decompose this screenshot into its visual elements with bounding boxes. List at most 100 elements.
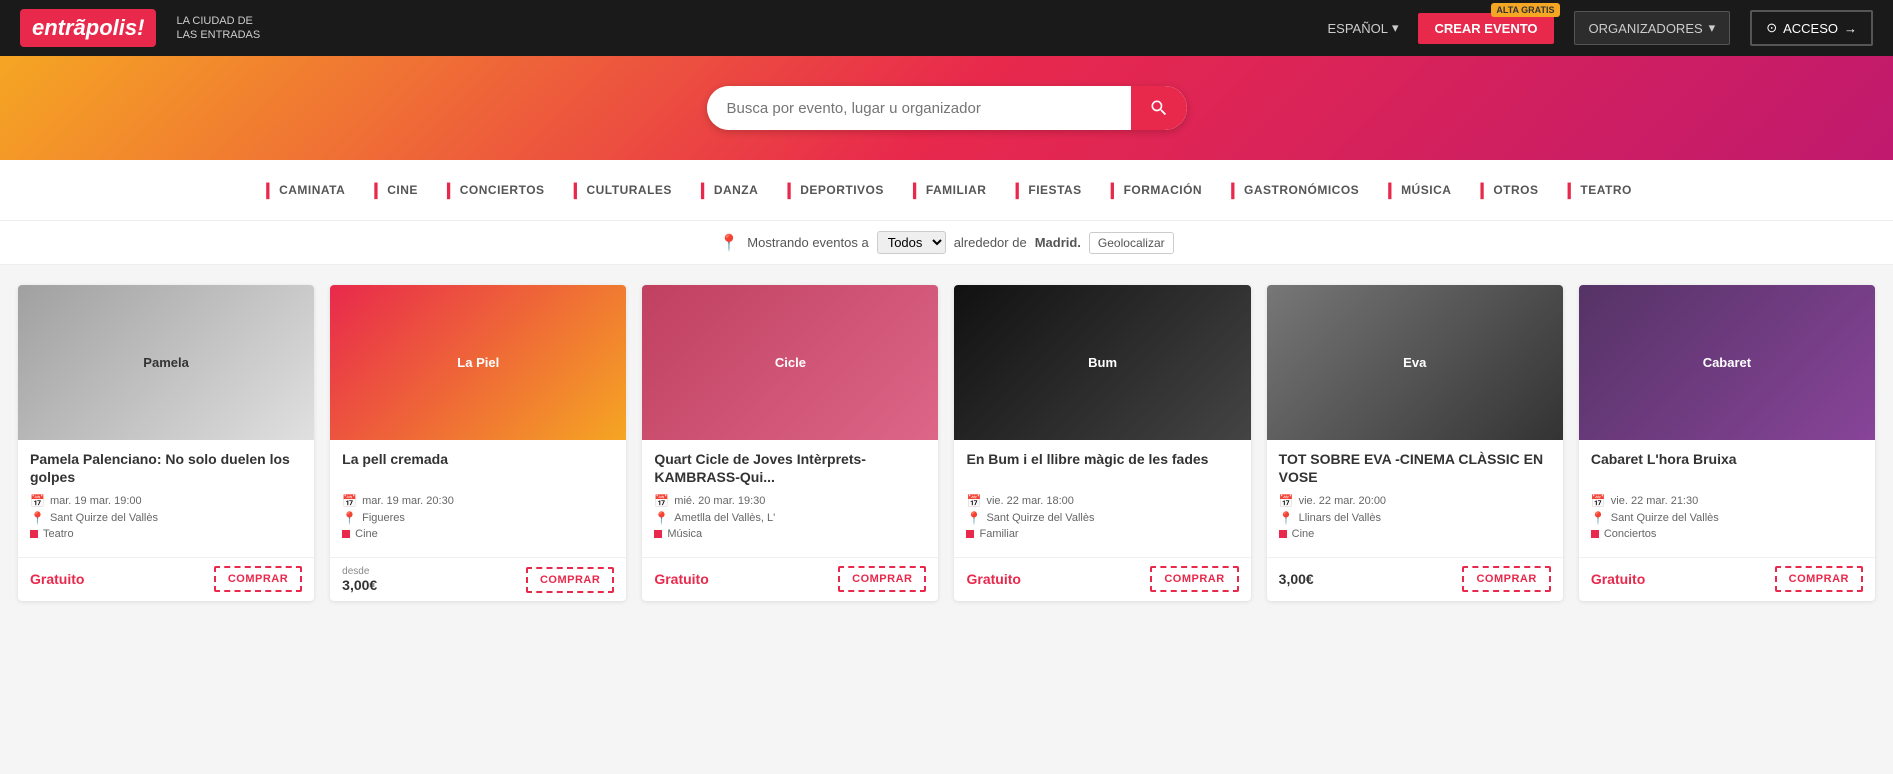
category-item-cine[interactable]: ❙ CINE [359, 174, 428, 206]
event-footer: Gratuito COMPRAR [642, 557, 938, 600]
category-item-culturales[interactable]: ❙CULTURALES [559, 174, 682, 206]
category-item-danza[interactable]: ❙ DANZA [686, 174, 768, 206]
cat-label: FIESTAS [1028, 183, 1081, 197]
event-footer: Gratuito COMPRAR [18, 557, 314, 600]
cat-label: GASTRONÓMICOS [1244, 183, 1359, 197]
event-location: 📍 Llinars del Vallès [1279, 511, 1551, 525]
category-dot [342, 530, 350, 538]
event-footer: Gratuito COMPRAR [954, 557, 1250, 600]
language-button[interactable]: ESPAÑOL ▾ [1327, 20, 1398, 36]
event-body: Cabaret L'hora Bruixa 📅 vie. 22 mar. 21:… [1579, 440, 1875, 553]
event-thumbnail: Bum [954, 285, 1250, 440]
event-location: 📍 Figueres [342, 511, 614, 525]
event-date: 📅 vie. 22 mar. 21:30 [1591, 494, 1863, 508]
event-location: 📍 Ametlla del Vallès, L' [654, 511, 926, 525]
pin-icon: 📍 [966, 511, 981, 525]
event-title: TOT SOBRE EVA -CINEMA CLÀSSIC EN VOSE [1279, 450, 1551, 486]
event-body: Pamela Palenciano: No solo duelen los go… [18, 440, 314, 553]
category-item-música[interactable]: ❙MÚSICA [1373, 174, 1461, 206]
event-thumbnail: La Piel [330, 285, 626, 440]
cat-separator: ❙ [782, 180, 796, 200]
event-title: Pamela Palenciano: No solo duelen los go… [30, 450, 302, 486]
comprar-button[interactable]: COMPRAR [1775, 566, 1863, 592]
event-thumbnail: Cicle [642, 285, 938, 440]
cat-separator: ❙ [1226, 180, 1240, 200]
cat-separator: ❙ [1106, 180, 1120, 200]
city-label: Madrid. [1035, 235, 1081, 250]
event-category: Cine [1279, 528, 1551, 540]
event-title: En Bum i el llibre màgic de les fades [966, 450, 1238, 486]
comprar-button[interactable]: COMPRAR [214, 566, 302, 592]
category-item-teatro[interactable]: ❙ TEATRO [1552, 174, 1641, 206]
category-item-gastronómicos[interactable]: ❙ GASTRONÓMICOS [1216, 174, 1369, 206]
event-category: Teatro [30, 528, 302, 540]
todos-select[interactable]: Todos [877, 231, 946, 254]
cat-separator: ❙ [1010, 180, 1024, 200]
cat-separator: ❙ [1383, 180, 1397, 200]
category-item-familiar[interactable]: ❙FAMILIAR [898, 174, 997, 206]
event-date: 📅 vie. 22 mar. 18:00 [966, 494, 1238, 508]
comprar-button[interactable]: COMPRAR [526, 567, 614, 593]
pin-icon: 📍 [30, 511, 45, 525]
category-item-otros[interactable]: ❙OTROS [1465, 174, 1548, 206]
event-thumbnail: Cabaret [1579, 285, 1875, 440]
search-bar [707, 86, 1187, 130]
geolocalize-button[interactable]: Geolocalizar [1089, 232, 1174, 254]
location-icon: 📍 [719, 233, 739, 253]
event-thumbnail: Eva [1267, 285, 1563, 440]
comprar-button[interactable]: COMPRAR [838, 566, 926, 592]
cat-separator: ❙ [369, 180, 383, 200]
event-date: 📅 mié. 20 mar. 19:30 [654, 494, 926, 508]
category-dot [654, 530, 662, 538]
site-logo[interactable]: entrãpolis! [20, 9, 156, 47]
event-price: Gratuito [30, 571, 84, 587]
event-body: TOT SOBRE EVA -CINEMA CLÀSSIC EN VOSE 📅 … [1267, 440, 1563, 553]
crear-evento-button[interactable]: ALTA GRATIS CREAR EVENTO [1418, 13, 1553, 44]
cat-label: CINE [387, 183, 418, 197]
comprar-button[interactable]: COMPRAR [1150, 566, 1238, 592]
event-category: Cine [342, 528, 614, 540]
event-price: desde 3,00€ [342, 566, 377, 593]
organizadores-button[interactable]: ORGANIZADORES ▾ [1574, 11, 1731, 45]
cat-label: TEATRO [1580, 183, 1631, 197]
event-date: 📅 mar. 19 mar. 19:00 [30, 494, 302, 508]
event-date: 📅 mar. 19 mar. 20:30 [342, 494, 614, 508]
category-item-fiestas[interactable]: ❙ FIESTAS [1000, 174, 1091, 206]
event-body: La pell cremada 📅 mar. 19 mar. 20:30 📍 F… [330, 440, 626, 553]
cat-separator: ❙ [569, 180, 583, 200]
category-item-deportivos[interactable]: ❙ DEPORTIVOS [772, 174, 894, 206]
category-item-caminata[interactable]: ❙CAMINATA [251, 174, 355, 206]
site-tagline: LA CIUDAD DE LAS ENTRADAS [176, 14, 260, 43]
events-grid: Pamela Pamela Palenciano: No solo duelen… [0, 265, 1893, 641]
event-location: 📍 Sant Quirze del Vallès [30, 511, 302, 525]
search-icon [1149, 98, 1169, 118]
cat-separator: ❙ [1562, 180, 1576, 200]
category-dot [966, 530, 974, 538]
event-card: Eva TOT SOBRE EVA -CINEMA CLÀSSIC EN VOS… [1267, 285, 1563, 601]
calendar-icon: 📅 [1591, 494, 1606, 508]
acceso-button[interactable]: ⊙ ACCESO → [1750, 10, 1873, 46]
category-item-conciertos[interactable]: ❙CONCIERTOS [432, 174, 555, 206]
cat-label: CONCIERTOS [460, 183, 545, 197]
search-input[interactable] [707, 86, 1131, 130]
cat-label: DANZA [714, 183, 759, 197]
event-body: Quart Cicle de Joves Intèrprets-KAMBRASS… [642, 440, 938, 553]
pin-icon: 📍 [1279, 511, 1294, 525]
cat-label: FORMACIÓN [1124, 183, 1203, 197]
pin-icon: 📍 [1591, 511, 1606, 525]
cat-label: OTROS [1493, 183, 1538, 197]
category-item-formación[interactable]: ❙ FORMACIÓN [1096, 174, 1212, 206]
main-header: entrãpolis! LA CIUDAD DE LAS ENTRADAS ES… [0, 0, 1893, 56]
event-card: Cicle Quart Cicle de Joves Intèrprets-KA… [642, 285, 938, 601]
comprar-button[interactable]: COMPRAR [1462, 566, 1550, 592]
event-card: Cabaret Cabaret L'hora Bruixa 📅 vie. 22 … [1579, 285, 1875, 601]
cat-separator: ❙ [261, 180, 275, 200]
event-footer: 3,00€ COMPRAR [1267, 557, 1563, 600]
mostrando-label: Mostrando eventos a [747, 235, 868, 250]
search-button[interactable] [1131, 86, 1187, 130]
categories-nav: ❙CAMINATA❙CINE❙CONCIERTOS❙CULTURALES❙DAN… [0, 160, 1893, 221]
cat-label: DEPORTIVOS [800, 183, 884, 197]
cat-separator: ❙ [696, 180, 710, 200]
event-category: Música [654, 528, 926, 540]
event-price: Gratuito [654, 571, 708, 587]
